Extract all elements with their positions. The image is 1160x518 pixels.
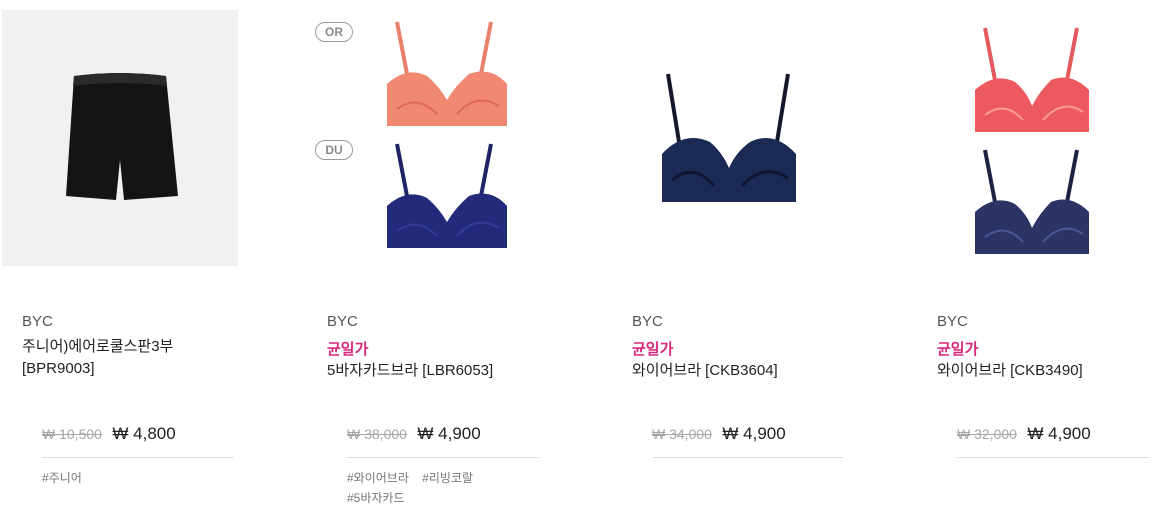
uniform-price-label: 균일가 <box>937 341 979 358</box>
product-image[interactable] <box>2 10 238 266</box>
price-row: ₩ 38,000 ₩ 4,900 <box>347 424 481 444</box>
price-row: ₩ 10,500 ₩ 4,800 <box>42 424 176 444</box>
uniform-price-label: 균일가 <box>327 341 369 358</box>
bra-image-navy <box>975 149 1089 254</box>
bra-image-navy <box>662 73 796 202</box>
tag-link[interactable]: #리빙코랄 <box>422 471 473 485</box>
product-name[interactable]: 와이어브라 [CKB3604] <box>632 360 778 382</box>
price-row: ₩ 32,000 ₩ 4,900 <box>957 424 1091 444</box>
original-price: ₩ 34,000 <box>652 426 712 442</box>
brand-label: BYC <box>937 313 968 330</box>
product-name-line1[interactable]: 주니어)에어로쿨스판3부 <box>22 336 173 358</box>
divider <box>347 457 539 458</box>
sale-price: ₩ 4,900 <box>722 424 786 443</box>
tag-list: #주니어 <box>42 468 242 488</box>
uniform-price-label: 균일가 <box>632 341 674 358</box>
original-price: ₩ 32,000 <box>957 426 1017 442</box>
tag-link[interactable]: #주니어 <box>42 471 82 485</box>
divider <box>957 457 1149 458</box>
product-card-2[interactable]: OR DU BYC 균일가 5바자카드브라 [LBR6053] ₩ 38,000… <box>307 0 543 518</box>
tag-list: #와이어브라 #리빙코랄 #5바자카드 <box>347 468 547 508</box>
original-price: ₩ 38,000 <box>347 426 407 442</box>
color-badge-du[interactable]: DU <box>315 140 353 160</box>
sale-price: ₩ 4,900 <box>1027 424 1091 443</box>
sale-price: ₩ 4,800 <box>112 424 176 443</box>
bra-image-coral <box>387 21 507 126</box>
product-name[interactable]: 와이어브라 [CKB3490] <box>937 360 1083 382</box>
color-badge-or[interactable]: OR <box>315 22 353 42</box>
sale-price: ₩ 4,900 <box>417 424 481 443</box>
product-image[interactable]: OR DU <box>307 10 543 266</box>
product-card-3[interactable]: BYC 균일가 와이어브라 [CKB3604] ₩ 34,000 ₩ 4,900 <box>612 0 848 518</box>
brand-label: BYC <box>632 313 663 330</box>
product-name-line2[interactable]: [BPR9003] <box>22 358 173 380</box>
price-row: ₩ 34,000 ₩ 4,900 <box>652 424 786 444</box>
product-card-1[interactable]: BYC 주니어)에어로쿨스판3부 [BPR9003] ₩ 10,500 ₩ 4,… <box>2 0 238 518</box>
product-card-4[interactable]: BYC 균일가 와이어브라 [CKB3490] ₩ 32,000 ₩ 4,900 <box>917 0 1153 518</box>
brand-label: BYC <box>327 313 358 330</box>
divider <box>652 457 844 458</box>
product-name[interactable]: 주니어)에어로쿨스판3부 [BPR9003] <box>22 336 173 380</box>
shorts-image <box>66 73 178 200</box>
divider <box>42 457 234 458</box>
original-price: ₩ 10,500 <box>42 426 102 442</box>
product-image[interactable] <box>917 10 1153 266</box>
bra-image-coral <box>975 27 1089 132</box>
tag-link[interactable]: #5바자카드 <box>347 491 405 505</box>
product-name[interactable]: 5바자카드브라 [LBR6053] <box>327 360 493 382</box>
product-image[interactable] <box>612 10 848 266</box>
tag-link[interactable]: #와이어브라 <box>347 471 409 485</box>
bra-image-navy <box>387 143 507 248</box>
brand-label: BYC <box>22 313 53 330</box>
